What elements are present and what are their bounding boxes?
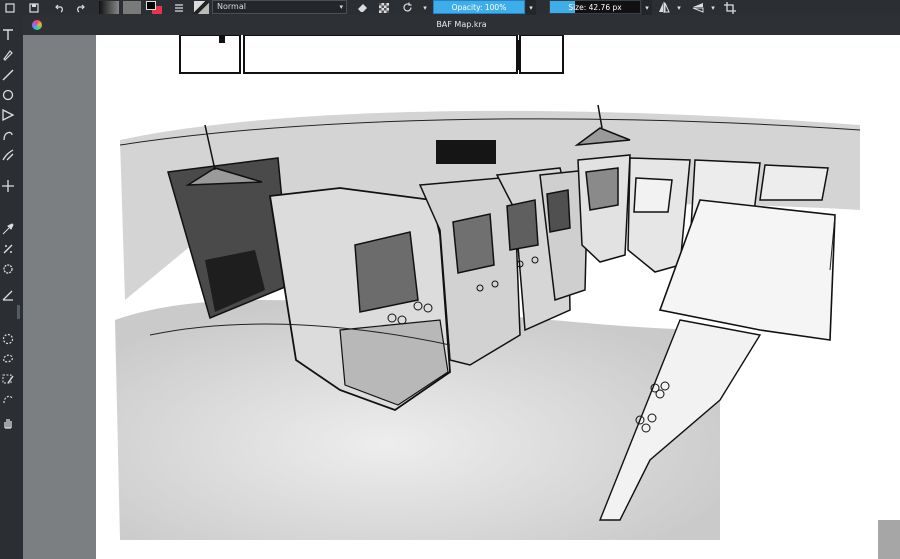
elliptical-select-icon[interactable] — [0, 331, 16, 347]
line-tool-icon[interactable] — [0, 67, 16, 83]
assistant-tool-icon[interactable] — [0, 261, 16, 277]
canvas-scrollbar-thumb[interactable] — [878, 520, 900, 559]
similar-select-icon[interactable] — [0, 371, 16, 387]
reload-icon[interactable] — [398, 0, 416, 15]
calligraphy-tool-icon[interactable] — [0, 47, 16, 63]
color-picker-icon[interactable] — [0, 221, 16, 237]
mirror-horizontal-icon[interactable] — [656, 0, 672, 15]
document-title: BAF Map.kra — [436, 20, 487, 29]
wrap-icon[interactable] — [722, 0, 738, 15]
gradient-icon[interactable] — [98, 0, 120, 15]
opacity-label: Opacity: 100% — [451, 3, 507, 12]
dynamic-brush-icon[interactable] — [0, 147, 16, 163]
redo-icon[interactable] — [72, 0, 88, 15]
toolbox-splitter[interactable] — [17, 305, 20, 319]
brush-preset-icon[interactable] — [192, 0, 210, 15]
krita-logo-icon — [32, 20, 42, 30]
chevron-down-icon[interactable]: ▾ — [674, 0, 684, 15]
arcade-sketch-artwork — [115, 35, 861, 540]
ellipse-tool-icon[interactable] — [0, 87, 16, 103]
new-document-icon[interactable] — [2, 0, 18, 15]
polygon-tool-icon[interactable] — [0, 107, 16, 123]
size-reset-button[interactable]: ▾ — [642, 0, 652, 15]
preset-list-icon[interactable] — [172, 0, 186, 15]
smart-patch-icon[interactable] — [0, 241, 16, 257]
text-tool-icon[interactable] — [0, 27, 16, 43]
blend-mode-value: Normal — [217, 2, 246, 11]
chevron-down-icon: ▾ — [339, 3, 343, 11]
opacity-reset-button[interactable]: ▾ — [526, 0, 536, 15]
freehand-select-icon[interactable] — [0, 351, 16, 367]
chevron-down-icon[interactable]: ▾ — [708, 0, 718, 15]
size-label: Size: 42.76 px — [568, 3, 622, 12]
move-tool-icon[interactable] — [0, 178, 16, 194]
undo-icon[interactable] — [52, 0, 68, 15]
top-toolbar: Normal ▾ ▾ Opacity: 100% ▾ Size: 42.76 p… — [0, 0, 900, 15]
save-icon[interactable] — [26, 0, 42, 15]
measure-tool-icon[interactable] — [0, 287, 16, 303]
blend-mode-select[interactable]: Normal ▾ — [212, 0, 347, 14]
alpha-lock-icon[interactable] — [376, 0, 392, 15]
bezier-select-icon[interactable] — [0, 391, 16, 407]
mirror-vertical-icon[interactable] — [690, 0, 706, 15]
pan-tool-icon[interactable] — [0, 415, 16, 431]
color-swatch-icon[interactable] — [145, 0, 165, 15]
document-title-bar: BAF Map.kra — [23, 15, 900, 35]
bezier-tool-icon[interactable] — [0, 127, 16, 143]
eraser-icon[interactable] — [354, 0, 370, 15]
drawing-canvas[interactable] — [96, 35, 900, 559]
chevron-down-icon[interactable]: ▾ — [420, 0, 430, 15]
toolbox — [0, 15, 23, 559]
pattern-icon[interactable] — [122, 0, 142, 15]
size-slider[interactable]: Size: 42.76 px — [549, 0, 641, 14]
opacity-slider[interactable]: Opacity: 100% — [433, 0, 525, 14]
